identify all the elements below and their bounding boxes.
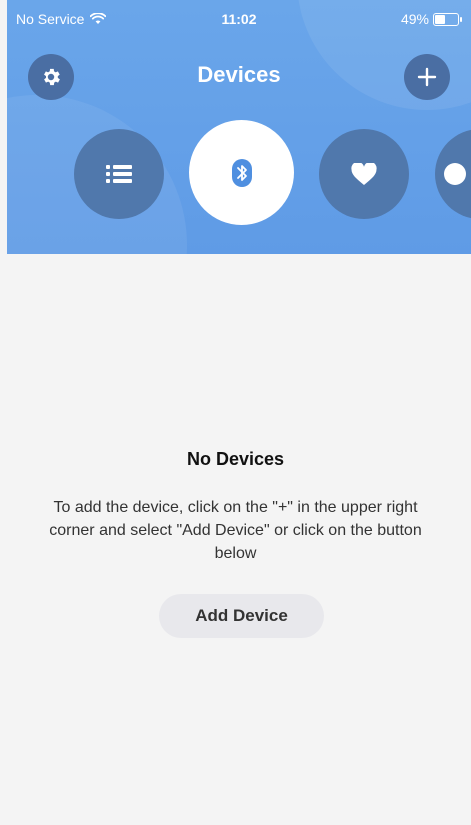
add-button[interactable]	[404, 54, 450, 100]
bluetooth-icon	[231, 158, 252, 187]
empty-state-description: To add the device, click on the "+" in t…	[49, 499, 422, 562]
header: No Service 11:02 49% Devices	[7, 0, 471, 254]
category-list[interactable]	[74, 129, 164, 219]
status-battery: 49%	[400, 11, 462, 27]
battery-percent: 49%	[400, 11, 429, 27]
category-health[interactable]	[319, 129, 409, 219]
category-bluetooth[interactable]	[189, 120, 294, 225]
plus-icon	[417, 67, 437, 87]
battery-fill	[435, 14, 445, 24]
heart-icon	[351, 162, 377, 185]
list-icon	[106, 165, 132, 183]
page-title: Devices	[197, 62, 281, 87]
empty-state-title: No Devices	[186, 449, 285, 469]
add-device-button[interactable]: Add Device	[159, 594, 324, 638]
status-bar: No Service 11:02 49%	[7, 0, 471, 38]
battery-icon	[433, 12, 462, 26]
partial-icon	[444, 163, 466, 185]
category-more[interactable]	[435, 129, 471, 219]
